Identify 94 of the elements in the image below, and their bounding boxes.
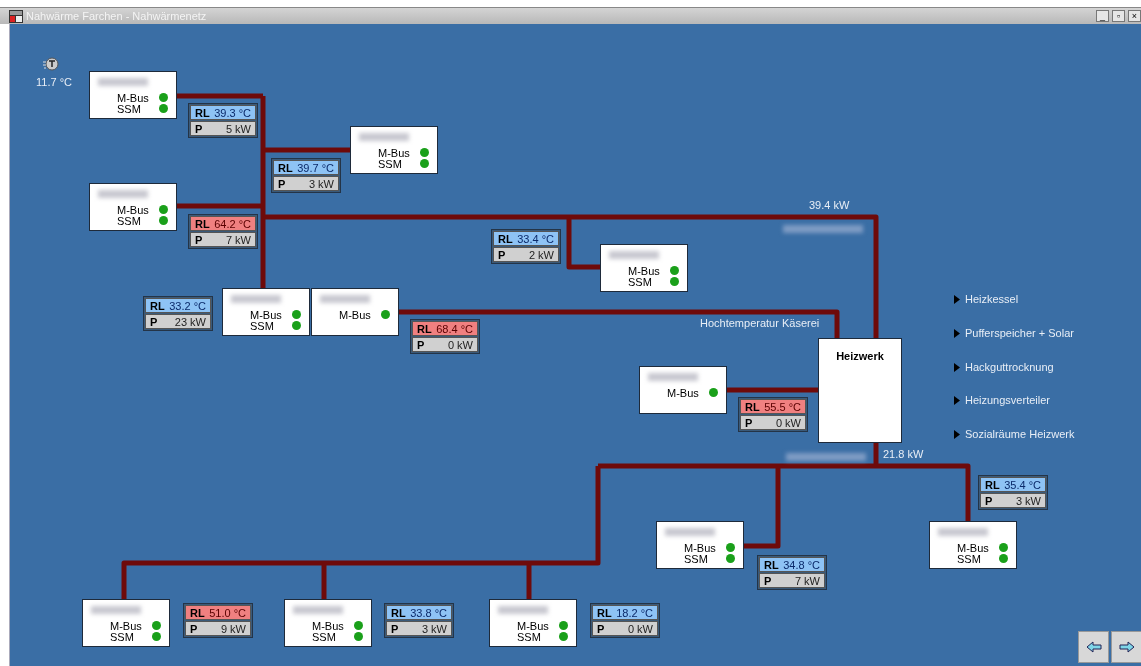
signal-label: M-Bus bbox=[628, 264, 661, 277]
redacted-text bbox=[91, 606, 141, 614]
signal-label: SSM bbox=[957, 552, 982, 565]
return-temperature: RL 33.4 °C bbox=[493, 231, 559, 246]
substation-panel[interactable]: M-Bus SSM bbox=[89, 71, 177, 119]
return-temperature: RL 18.2 °C bbox=[592, 605, 658, 620]
substation-panel[interactable]: M-Bus SSM bbox=[656, 521, 744, 569]
return-temperature: RL 34.8 °C bbox=[759, 557, 825, 572]
substation-panel[interactable]: M-Bus SSM bbox=[350, 126, 438, 174]
power-reading: P 2 kW bbox=[493, 247, 559, 262]
flow-label: 21.8 kW bbox=[883, 448, 924, 460]
navigation-link[interactable]: Heizkessel bbox=[954, 293, 1019, 305]
navigation-link[interactable]: Sozialräume Heizwerk bbox=[954, 428, 1075, 440]
substation-panel[interactable]: M-Bus SSM bbox=[929, 521, 1017, 569]
signal-label: SSM bbox=[117, 214, 142, 227]
back-button[interactable] bbox=[1078, 631, 1109, 663]
triangle-icon bbox=[954, 395, 960, 405]
signal-label: M-Bus bbox=[957, 541, 990, 554]
return-temperature: RL 39.3 °C bbox=[190, 105, 256, 120]
window-control[interactable]: ▫ bbox=[1112, 10, 1125, 22]
signal-label: SSM bbox=[110, 630, 135, 643]
return-temperature: RL 51.0 °C bbox=[185, 605, 251, 620]
substation-panel[interactable]: M-Bus SSM bbox=[489, 599, 577, 647]
redacted-text bbox=[359, 133, 409, 141]
thermometer-icon bbox=[43, 57, 59, 71]
signal-label: M-Bus bbox=[684, 541, 717, 554]
forward-button[interactable] bbox=[1111, 631, 1141, 663]
redacted-text bbox=[320, 295, 370, 303]
redacted-text bbox=[609, 251, 659, 259]
power-reading: P 0 kW bbox=[740, 415, 806, 430]
signal-label: M-Bus bbox=[667, 386, 700, 399]
power-reading: P 9 kW bbox=[185, 621, 251, 636]
substation-panel[interactable]: M-Bus SSM bbox=[600, 244, 688, 292]
return-temperature: RL 35.4 °C bbox=[980, 477, 1046, 492]
substation-panel[interactable]: M-Bus SSM bbox=[89, 183, 177, 231]
return-temperature: RL 55.5 °C bbox=[740, 399, 806, 414]
power-reading: P 3 kW bbox=[386, 621, 452, 636]
heating-plant[interactable]: Heizwerk bbox=[818, 338, 902, 443]
signal-label: M-Bus bbox=[339, 308, 372, 321]
return-temperature: RL 33.8 °C bbox=[386, 605, 452, 620]
redacted-text bbox=[98, 190, 148, 198]
power-reading: P 7 kW bbox=[190, 232, 256, 247]
navigation-link[interactable]: Pufferspeicher + Solar bbox=[954, 327, 1074, 339]
right-arrow-icon bbox=[1118, 641, 1135, 653]
signal-label: M-Bus bbox=[312, 619, 345, 632]
triangle-icon bbox=[954, 362, 960, 372]
power-reading: P 0 kW bbox=[592, 621, 658, 636]
redacted-text bbox=[498, 606, 548, 614]
triangle-icon bbox=[954, 328, 960, 338]
substation-panel[interactable]: M-Bus bbox=[639, 366, 727, 414]
redacted-text bbox=[231, 295, 281, 303]
substation-panel[interactable]: M-Bus SSM bbox=[222, 288, 310, 336]
redacted-text bbox=[98, 78, 148, 86]
substation-panel[interactable]: M-Bus bbox=[311, 288, 399, 336]
return-temperature: RL 68.4 °C bbox=[412, 321, 478, 336]
triangle-icon bbox=[954, 294, 960, 304]
window-control[interactable]: × bbox=[1128, 10, 1141, 22]
power-reading: P 3 kW bbox=[273, 176, 339, 191]
navigation-link[interactable]: Heizungsverteiler bbox=[954, 394, 1050, 406]
flow-label: Hochtemperatur Käserei bbox=[700, 317, 820, 329]
redacted-text bbox=[293, 606, 343, 614]
redacted-text bbox=[665, 528, 715, 536]
signal-label: SSM bbox=[684, 552, 709, 565]
substation-panel[interactable]: M-Bus SSM bbox=[284, 599, 372, 647]
signal-label: SSM bbox=[517, 630, 542, 643]
left-arrow-icon bbox=[1085, 641, 1102, 653]
signal-label: M-Bus bbox=[117, 91, 150, 104]
return-temperature: RL 64.2 °C bbox=[190, 216, 256, 231]
outdoor-temperature: 11.7 °C bbox=[36, 76, 72, 88]
return-temperature: RL 33.2 °C bbox=[145, 298, 211, 313]
signal-label: M-Bus bbox=[117, 203, 150, 216]
redacted-text bbox=[938, 528, 988, 536]
substation-panel[interactable]: M-Bus SSM bbox=[82, 599, 170, 647]
power-reading: P 0 kW bbox=[412, 337, 478, 352]
flow-label: 39.4 kW bbox=[809, 199, 850, 211]
power-reading: P 3 kW bbox=[980, 493, 1046, 508]
triangle-icon bbox=[954, 429, 960, 439]
navigation-link[interactable]: Hackguttrocknung bbox=[954, 361, 1054, 373]
signal-label: SSM bbox=[117, 102, 142, 115]
signal-label: M-Bus bbox=[378, 146, 411, 159]
power-reading: P 23 kW bbox=[145, 314, 211, 329]
power-reading: P 5 kW bbox=[190, 121, 256, 136]
signal-label: M-Bus bbox=[110, 619, 143, 632]
return-temperature: RL 39.7 °C bbox=[273, 160, 339, 175]
power-reading: P 7 kW bbox=[759, 573, 825, 588]
signal-label: SSM bbox=[312, 630, 337, 643]
signal-label: SSM bbox=[378, 157, 403, 170]
signal-label: SSM bbox=[250, 319, 275, 332]
signal-label: SSM bbox=[628, 275, 653, 288]
redacted-text bbox=[648, 373, 698, 381]
app-icon bbox=[9, 9, 23, 23]
signal-label: M-Bus bbox=[250, 308, 283, 321]
window-control[interactable]: _ bbox=[1096, 10, 1109, 22]
signal-label: M-Bus bbox=[517, 619, 550, 632]
